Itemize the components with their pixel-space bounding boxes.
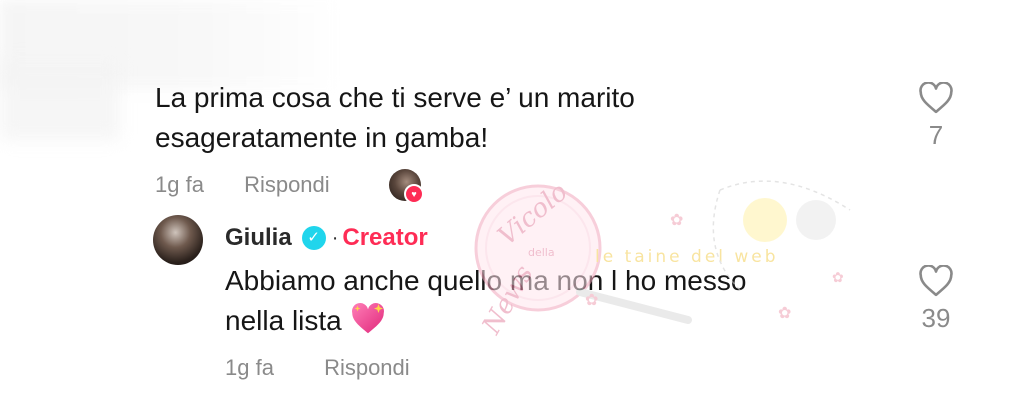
reply-text-line1: Abbiamo anche quello ma non l ho messo bbox=[225, 265, 747, 296]
reply-timestamp: 1g fa bbox=[225, 355, 274, 380]
heart-badge-icon: ♥ bbox=[404, 184, 424, 204]
watermark-text-1: Vicolo bbox=[492, 177, 573, 252]
reply-reply-button[interactable]: Rispondi bbox=[324, 355, 410, 381]
watermark-text-2: della bbox=[528, 246, 555, 259]
comment-timestamp: 1g fa bbox=[155, 172, 204, 197]
verified-check-icon: ✓ bbox=[301, 226, 326, 250]
comment-reply-button[interactable]: Rispondi bbox=[244, 172, 330, 198]
blurred-avatar-area bbox=[0, 60, 120, 140]
sparkling-heart-emoji bbox=[351, 303, 384, 334]
heart-outline-icon[interactable] bbox=[918, 82, 954, 114]
reply-like-count: 39 bbox=[921, 303, 951, 333]
heart-outline-icon[interactable] bbox=[918, 265, 954, 297]
comment-text-line1: La prima cosa che ti serve e’ un marito bbox=[155, 82, 635, 113]
reply-text: Abbiamo anche quello ma non l ho messo n… bbox=[225, 261, 845, 341]
creator-liked-avatar: ♥ bbox=[389, 169, 424, 204]
comment-like-group: 7 bbox=[906, 82, 966, 151]
comment-meta: 1g fa Rispondi bbox=[155, 172, 330, 198]
creator-badge: Creator bbox=[342, 224, 428, 251]
comment-text-line2: esageratamente in gamba! bbox=[155, 122, 489, 153]
reply-text-line2: nella lista bbox=[225, 305, 342, 336]
comment-text: La prima cosa che ti serve e’ un marito … bbox=[155, 78, 855, 158]
reply-author-row: Giulia ✓ · Creator bbox=[225, 222, 428, 254]
reply-like-group: 39 bbox=[906, 265, 966, 334]
paw-icon: ✿ bbox=[670, 212, 683, 229]
separator-dot: · bbox=[331, 226, 339, 249]
reply-username[interactable]: Giulia bbox=[225, 224, 292, 252]
reply-meta: 1g fa Rispondi bbox=[225, 355, 410, 381]
comment-like-count: 7 bbox=[928, 120, 944, 150]
reply-avatar[interactable] bbox=[153, 215, 203, 265]
